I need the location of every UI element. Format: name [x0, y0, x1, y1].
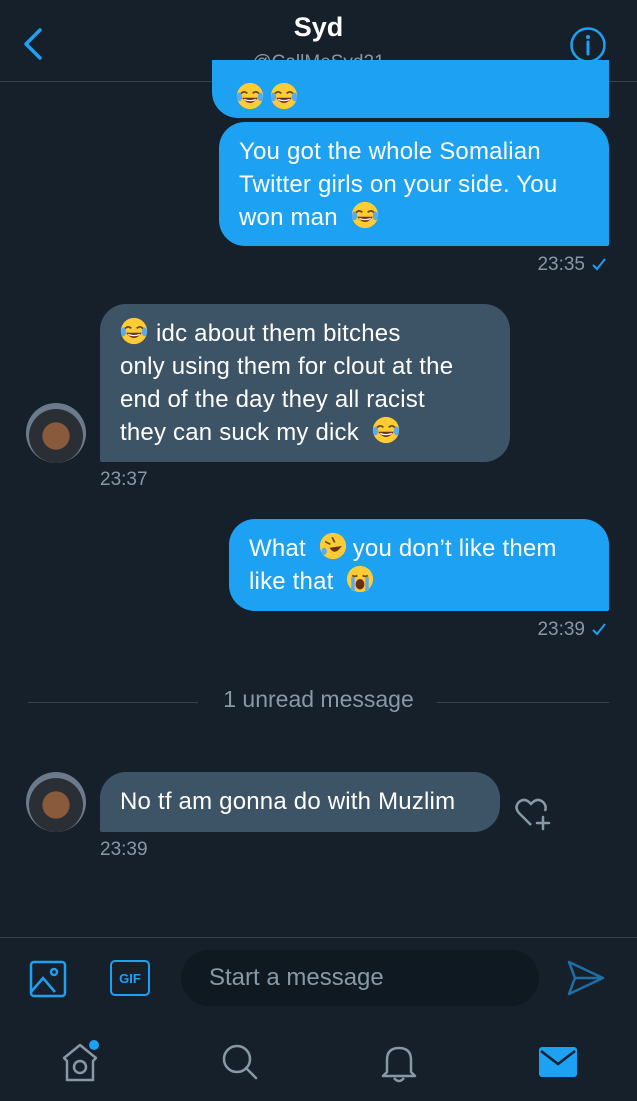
- sob-emoji-icon: [346, 565, 374, 593]
- sent-check-icon: [592, 258, 606, 271]
- joy-emoji-icon: [270, 82, 298, 110]
- sent-check-icon: [592, 623, 606, 636]
- message-bubble[interactable]: [212, 60, 609, 118]
- image-icon[interactable]: [29, 960, 67, 998]
- message-bubble[interactable]: idc about them bitches only using them f…: [100, 304, 510, 462]
- message-line: they can suck my dick: [120, 419, 359, 446]
- bell-icon[interactable]: [377, 1040, 421, 1084]
- avatar[interactable]: [26, 403, 86, 463]
- conversation-title: Syd: [293, 12, 344, 42]
- message-line: Twitter girls on your side. You: [239, 171, 558, 198]
- joy-emoji-icon: [351, 201, 379, 229]
- joy-emoji-icon: [372, 416, 400, 444]
- message-input-placeholder: Start a message: [209, 964, 384, 991]
- message-bubble[interactable]: No tf am gonna do with Muzlim: [100, 772, 500, 832]
- message-input[interactable]: Start a message: [181, 950, 539, 1006]
- search-icon[interactable]: [218, 1040, 262, 1084]
- message-timestamp: 23:35: [537, 254, 607, 276]
- message-line: won man: [239, 204, 338, 231]
- avatar[interactable]: [26, 772, 86, 832]
- tab-bar: [0, 1020, 637, 1101]
- message-line: You got the whole Somalian: [239, 138, 541, 165]
- send-icon[interactable]: [566, 959, 606, 997]
- message-line: end of the day they all racist: [120, 386, 425, 413]
- message-line: No tf am gonna do with Muzlim: [120, 788, 456, 815]
- joy-emoji-icon: [236, 82, 264, 110]
- message-bubble[interactable]: You got the whole Somalian Twitter girls…: [219, 122, 609, 246]
- gif-label: GIF: [119, 970, 141, 986]
- message-line: you don’t like them: [352, 535, 557, 562]
- heart-plus-icon[interactable]: [514, 795, 552, 831]
- rofl-emoji-icon: [319, 532, 347, 560]
- joy-emoji-icon: [120, 317, 148, 345]
- message-line: only using them for clout at the: [120, 353, 454, 380]
- message-timestamp: 23:37: [100, 469, 148, 490]
- home-icon[interactable]: [58, 1040, 102, 1084]
- mail-icon[interactable]: [536, 1040, 580, 1084]
- message-timestamp: 23:39: [537, 619, 607, 641]
- message-line: What: [249, 535, 306, 562]
- gif-icon[interactable]: GIF: [110, 960, 150, 996]
- message-line: like that: [249, 568, 334, 595]
- message-timestamp: 23:39: [100, 839, 148, 860]
- message-line: idc about them bitches: [156, 320, 401, 347]
- info-icon[interactable]: [569, 26, 607, 64]
- unread-divider-label: 1 unread message: [223, 686, 414, 712]
- message-bubble[interactable]: What you don’t like them like that: [229, 519, 609, 611]
- divider-line: [437, 702, 609, 703]
